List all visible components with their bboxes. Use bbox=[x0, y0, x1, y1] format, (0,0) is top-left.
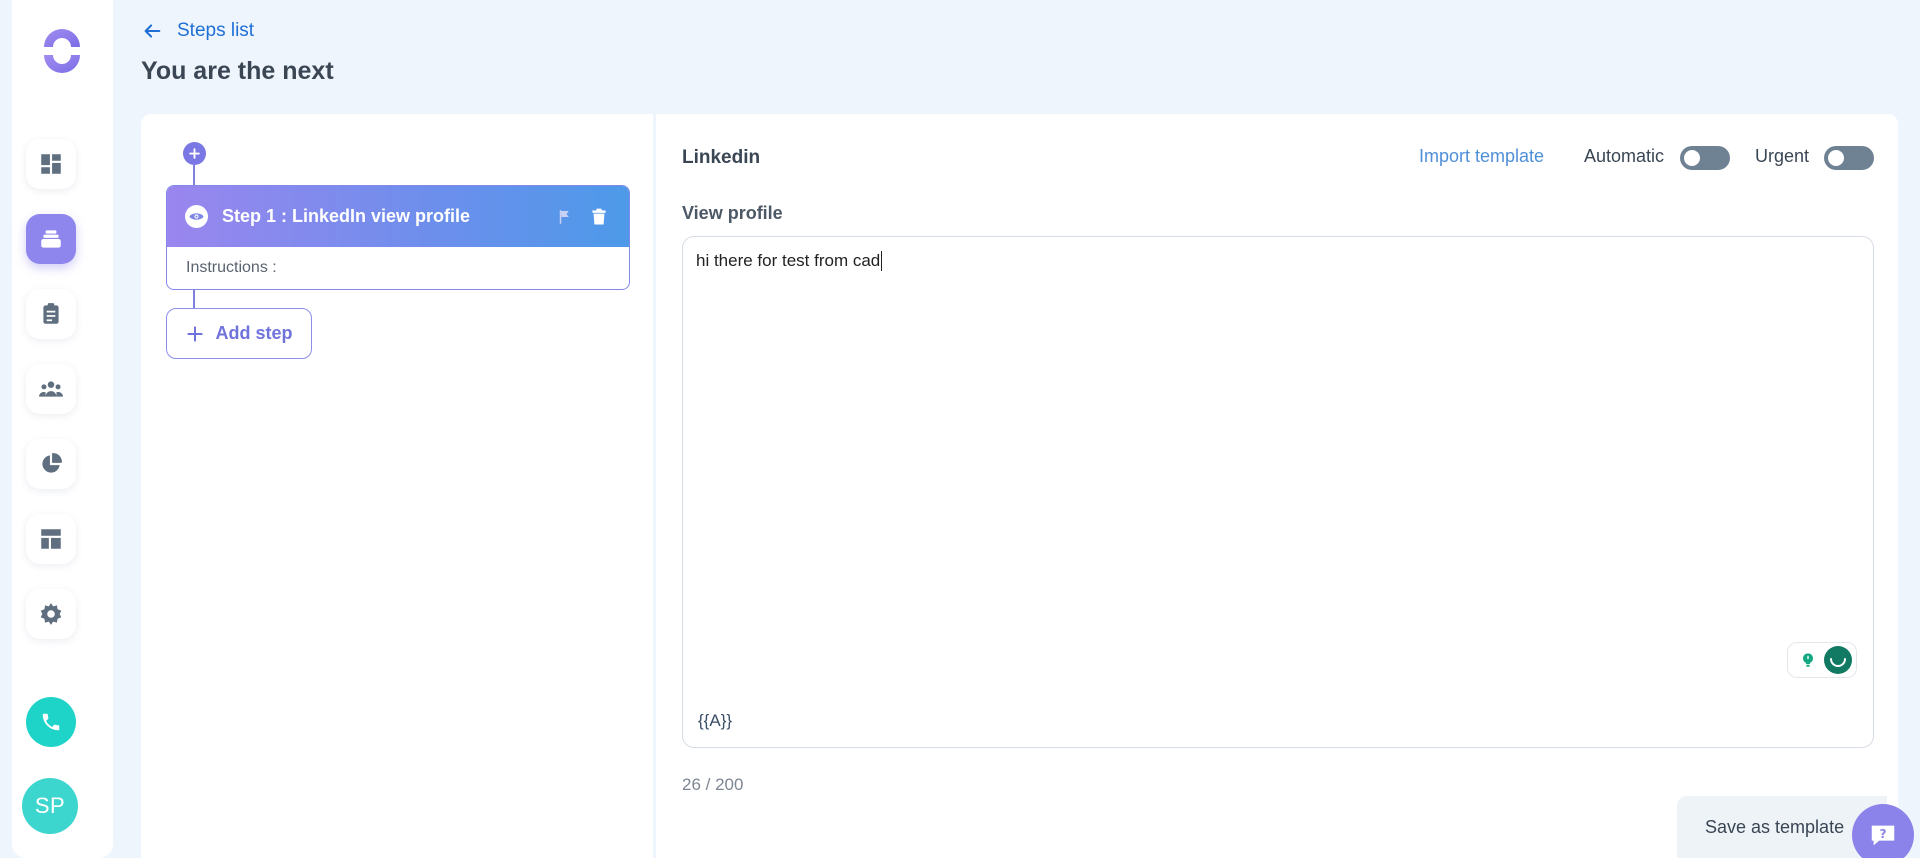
chat-help-icon: ? bbox=[1871, 825, 1895, 846]
help-chat-button[interactable]: ? bbox=[1852, 804, 1914, 858]
automatic-toggle[interactable] bbox=[1680, 146, 1730, 170]
message-textarea[interactable]: hi there for test from cad {{A}} bbox=[682, 236, 1874, 748]
step-instructions: Instructions : bbox=[186, 259, 277, 276]
grammar-assistant-widget[interactable] bbox=[1787, 642, 1857, 678]
flag-icon[interactable] bbox=[553, 205, 577, 229]
import-template-link[interactable]: Import template bbox=[1419, 146, 1544, 167]
back-to-steps-link[interactable]: Steps list bbox=[141, 18, 254, 44]
tasks-icon bbox=[43, 303, 59, 324]
plus-icon bbox=[189, 148, 200, 159]
app-logo[interactable] bbox=[38, 27, 86, 75]
toggle-knob bbox=[1828, 150, 1844, 166]
templates-icon bbox=[41, 529, 61, 549]
urgent-toggle[interactable] bbox=[1824, 146, 1874, 170]
insert-variable-button[interactable]: {{A}} bbox=[698, 711, 732, 731]
nav-dashboard[interactable] bbox=[26, 139, 76, 189]
step-card[interactable]: Step 1 : LinkedIn view profile Instructi… bbox=[166, 185, 630, 290]
urgent-label: Urgent bbox=[1755, 146, 1810, 166]
arrow-left-icon bbox=[144, 24, 161, 38]
call-button[interactable] bbox=[26, 697, 76, 747]
toggle-knob bbox=[1684, 150, 1700, 166]
sequences-icon bbox=[41, 230, 61, 248]
eye-icon bbox=[185, 205, 208, 228]
user-avatar[interactable]: SP bbox=[22, 778, 78, 834]
dashboard-icon bbox=[41, 154, 61, 174]
contacts-icon bbox=[39, 381, 63, 397]
settings-icon bbox=[40, 603, 62, 625]
character-counter: 26 / 200 bbox=[682, 775, 744, 794]
plus-icon bbox=[187, 325, 204, 342]
message-field-label: View profile bbox=[682, 203, 783, 223]
add-step-label: Add step bbox=[215, 323, 293, 343]
svg-text:?: ? bbox=[1879, 827, 1886, 841]
channel-title: Linkedin bbox=[682, 147, 761, 168]
nav-sequences[interactable] bbox=[26, 214, 76, 264]
lightbulb-icon bbox=[1803, 653, 1813, 667]
nav-settings[interactable] bbox=[26, 589, 76, 639]
message-text[interactable]: hi there for test from cad bbox=[696, 251, 883, 271]
nav-tasks[interactable] bbox=[26, 289, 76, 339]
nav-reports[interactable] bbox=[26, 439, 76, 489]
nav-contacts[interactable] bbox=[26, 364, 76, 414]
grammarly-icon bbox=[1824, 646, 1852, 674]
insert-step-button[interactable] bbox=[183, 142, 206, 165]
connector-line bbox=[193, 165, 195, 185]
add-step-button[interactable]: Add step bbox=[166, 308, 312, 359]
nav-templates[interactable] bbox=[26, 514, 76, 564]
trash-icon[interactable] bbox=[587, 205, 611, 229]
reports-icon bbox=[42, 453, 62, 473]
back-link-label: Steps list bbox=[177, 20, 255, 41]
phone-icon bbox=[42, 713, 60, 731]
page-title: You are the next bbox=[141, 57, 334, 85]
step-header[interactable]: Step 1 : LinkedIn view profile bbox=[167, 186, 629, 247]
connector-line bbox=[193, 290, 195, 308]
automatic-label: Automatic bbox=[1584, 146, 1665, 166]
step-title: Step 1 : LinkedIn view profile bbox=[222, 206, 471, 226]
